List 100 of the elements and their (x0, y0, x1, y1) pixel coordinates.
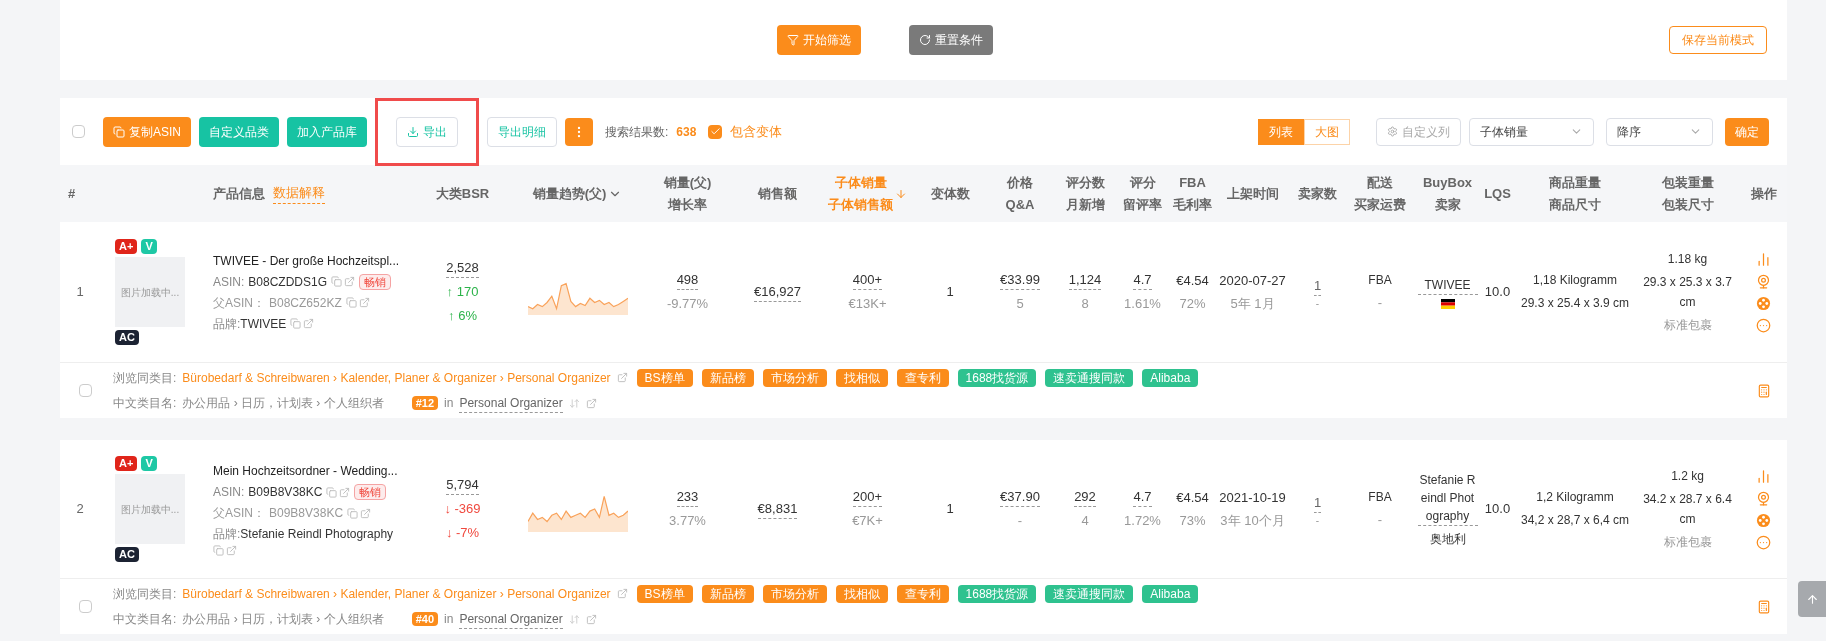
sort-field-select[interactable]: 子体销量 (1469, 117, 1594, 146)
external-link-icon[interactable] (358, 297, 370, 308)
variant-count: 1 (946, 500, 954, 519)
row-checkbox[interactable] (78, 384, 92, 397)
copy-icon[interactable] (326, 486, 338, 498)
category-path[interactable]: Bürobedarf & Schreibwaren › Kalender, Planer & Organizer › Personal Organizer (182, 584, 611, 603)
webcam-icon[interactable] (1756, 273, 1771, 289)
toolbar-button[interactable]: 复制ASIN (103, 116, 191, 147)
product-title[interactable]: TWIVEE - Der große Hochzeitspl... (213, 251, 410, 270)
scroll-to-top-button[interactable] (1798, 581, 1826, 617)
tool-tag[interactable]: 速卖通搜同款 (1045, 584, 1134, 603)
include-variants-checkbox[interactable] (708, 124, 723, 139)
fba-fee: €4.54 (1176, 271, 1209, 290)
copy-icon[interactable] (213, 545, 224, 556)
column-header[interactable]: 销量趋势(父) (532, 182, 607, 205)
tool-tag[interactable]: 找相似 (835, 584, 888, 603)
tool-tag[interactable]: 新品榜 (701, 584, 754, 603)
tool-tag[interactable]: 1688找货源 (957, 368, 1037, 387)
brand-label: 品牌: (213, 316, 241, 331)
external-link-icon[interactable] (585, 613, 597, 625)
row-number: 1 (76, 283, 84, 302)
category-label: 浏览同类目: (113, 585, 177, 603)
custom-columns-button[interactable]: 自定义列 (1376, 117, 1461, 146)
ac-badge: AC (115, 330, 139, 345)
more-icon[interactable] (1756, 317, 1771, 333)
toolbar-button[interactable]: 加入产品库 (287, 116, 367, 147)
package-weight: 1.18 kg (1667, 251, 1708, 268)
rank-category[interactable]: Personal Organizer (459, 609, 563, 629)
tool-tag[interactable]: 查专利 (896, 584, 949, 603)
seller-country: 奥地利 (1429, 530, 1466, 548)
copy-icon[interactable] (347, 507, 359, 519)
external-link-icon[interactable] (616, 588, 628, 599)
copy-icon[interactable] (290, 318, 302, 329)
start-filter-button[interactable]: 开始筛选 (776, 25, 861, 55)
external-link-icon[interactable] (585, 397, 597, 409)
export-button[interactable]: 导出 (396, 116, 458, 147)
tool-tag[interactable]: 1688找货源 (957, 584, 1037, 603)
copy-icon[interactable] (331, 276, 343, 287)
more-button[interactable] (565, 117, 593, 146)
column-header[interactable]: 子体销量 子体销售额 (828, 171, 893, 216)
column-header: 变体数 (930, 184, 970, 203)
toolbar-button[interactable]: 自定义品类 (199, 116, 279, 147)
external-link-icon[interactable] (226, 545, 237, 556)
sort-order-select[interactable]: 降序 (1606, 117, 1713, 146)
bar-chart-icon[interactable] (1756, 251, 1771, 267)
webcam-icon[interactable] (1756, 490, 1771, 506)
tool-tag[interactable]: Alibaba (1142, 368, 1199, 387)
column-header: 价格 Q&A (1005, 173, 1035, 214)
tool-tag[interactable]: 新品榜 (701, 368, 754, 387)
confirm-button[interactable]: 确定 (1725, 117, 1769, 146)
save-mode-button[interactable]: 保存当前模式 (1669, 26, 1767, 54)
tool-tag[interactable]: 速卖通搜同款 (1045, 368, 1134, 387)
package-type: 标准包裹 (1663, 534, 1712, 551)
sort-icon[interactable] (568, 613, 580, 625)
column-header: 上架时间 (1226, 184, 1279, 203)
external-link-icon[interactable] (303, 318, 315, 329)
tool-tag[interactable]: BS榜单 (636, 368, 693, 387)
external-link-icon[interactable] (616, 372, 628, 383)
tool-tag[interactable]: 市场分析 (762, 368, 827, 387)
product-title[interactable]: Mein Hochzeitsordner - Wedding... (213, 462, 410, 480)
tool-tag[interactable]: 找相似 (835, 368, 888, 387)
product-weight: 1,2 Kilogramm (1536, 489, 1614, 506)
bsr-change-percent: ↓ -7% (445, 523, 480, 542)
row-checkbox[interactable] (78, 600, 92, 613)
rank-category[interactable]: Personal Organizer (459, 393, 563, 413)
category-path[interactable]: Bürobedarf & Schreibwaren › Kalender, Planer & Organizer › Personal Organizer (182, 368, 611, 387)
tool-tag[interactable]: Alibaba (1142, 584, 1199, 603)
child-revenue: €7K+ (852, 511, 883, 530)
bsr-value: 2,528 (446, 259, 479, 278)
toolbar-button[interactable]: 导出明细 (487, 116, 557, 147)
review-rate: 1.72% (1124, 511, 1161, 530)
qa-count: 5 (1016, 294, 1024, 313)
tool-tag[interactable]: 市场分析 (762, 584, 827, 603)
sales-value: 498 (676, 270, 699, 290)
calculator-icon[interactable] (1756, 383, 1771, 398)
reset-button[interactable]: 重置条件 (908, 25, 993, 55)
calculator-icon[interactable] (1756, 599, 1771, 614)
copy-icon[interactable] (345, 297, 357, 308)
view-tab[interactable]: 大图 (1304, 118, 1350, 145)
seller-count: 1 (1313, 493, 1322, 513)
external-link-icon[interactable] (339, 486, 351, 498)
chinese-category-path: 办公用品 › 日历，计划表 › 个人组织者 (182, 395, 384, 412)
select-all-checkbox[interactable] (72, 125, 85, 138)
external-link-icon[interactable] (344, 276, 356, 287)
data-explanation-link[interactable]: 数据解释 (273, 183, 325, 204)
column-header: LQS (1484, 184, 1511, 203)
more-icon[interactable] (1756, 534, 1771, 550)
margin-rate: 73% (1179, 512, 1206, 530)
child-revenue: €13K+ (848, 294, 887, 313)
sort-down-icon[interactable] (895, 187, 907, 200)
listing-date: 2020-07-27 (1219, 271, 1286, 290)
dotted-circle-icon[interactable] (1756, 295, 1771, 311)
bar-chart-icon[interactable] (1756, 468, 1771, 484)
ratings-count: 1,124 (1068, 270, 1102, 290)
view-tab[interactable]: 列表 (1258, 118, 1304, 145)
tool-tag[interactable]: BS榜单 (636, 584, 693, 603)
external-link-icon[interactable] (360, 507, 372, 519)
tool-tag[interactable]: 查专利 (896, 368, 949, 387)
sort-icon[interactable] (568, 397, 580, 409)
dotted-circle-icon[interactable] (1756, 512, 1771, 528)
